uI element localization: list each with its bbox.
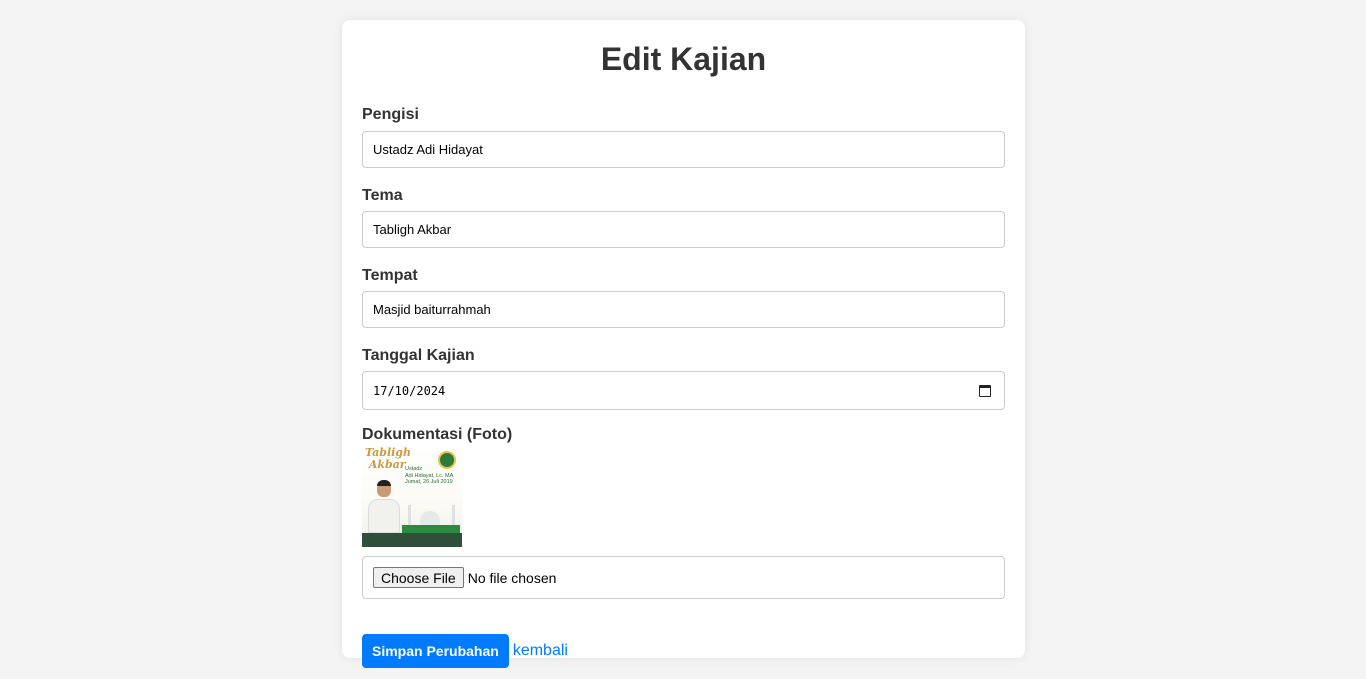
poster-footer [362, 533, 462, 547]
dokumentasi-label: Dokumentasi (Foto) [362, 426, 513, 443]
save-changes-button[interactable]: Simpan Perubahan [362, 634, 509, 668]
poster-mosque [402, 505, 460, 533]
pengisi-input[interactable]: Ustadz Adi Hidayat [362, 131, 1005, 168]
tema-input[interactable]: Tabligh Akbar [362, 211, 1005, 248]
calendar-icon[interactable] [979, 384, 991, 397]
tanggal-label: Tanggal Kajian [362, 347, 475, 364]
dokumentasi-image: Tabligh Akbar Ustadz Adi Hidayat, Lc. MA… [362, 447, 462, 547]
tema-value: Tabligh Akbar [373, 222, 452, 237]
pengisi-label: Pengisi [362, 106, 419, 123]
tempat-value: Masjid baiturrahmah [373, 302, 491, 317]
pengisi-value: Ustadz Adi Hidayat [373, 142, 483, 157]
tempat-input[interactable]: Masjid baiturrahmah [362, 291, 1005, 328]
file-status: No file chosen [467, 569, 557, 586]
tanggal-value: 17/10/2024 [373, 383, 446, 398]
poster-details: Ustadz Adi Hidayat, Lc. MA Jumat, 26 Jul… [405, 466, 454, 485]
file-input[interactable]: Choose File No file chosen [362, 556, 1005, 599]
tema-label: Tema [362, 187, 403, 204]
back-link[interactable]: kembali [513, 642, 568, 660]
tempat-label: Tempat [362, 267, 418, 284]
edit-form-card: Edit Kajian Pengisi Ustadz Adi Hidayat T… [342, 20, 1025, 668]
form-actions: Simpan Perubahan kembali [362, 634, 1005, 668]
tanggal-input[interactable]: 17/10/2024 [362, 371, 1005, 410]
poster-person [368, 480, 400, 533]
choose-file-button[interactable]: Choose File [373, 567, 464, 588]
page-title: Edit Kajian [600, 41, 767, 77]
